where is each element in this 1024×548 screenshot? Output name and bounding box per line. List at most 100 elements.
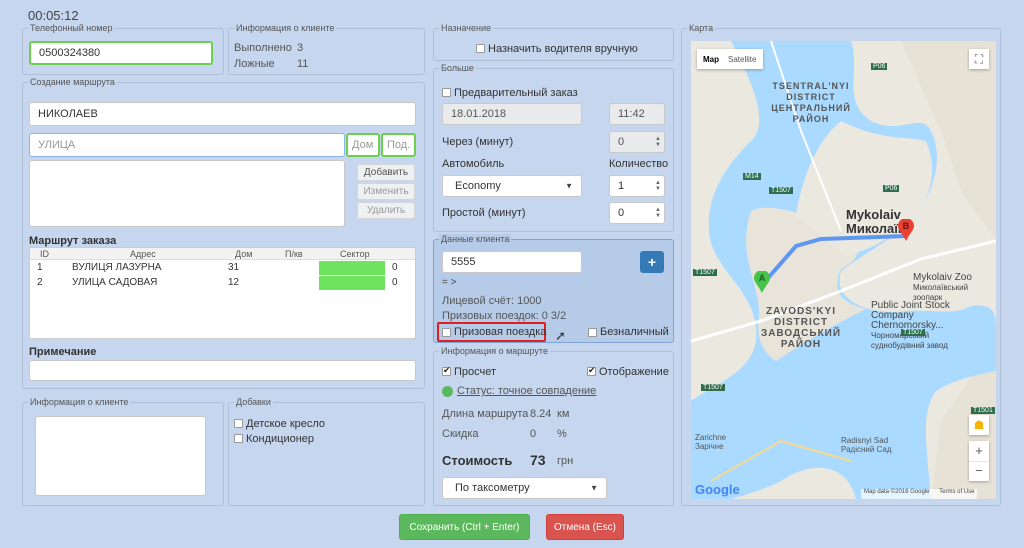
child-seat-checkbox[interactable] [234,419,243,428]
conditioner-checkbox[interactable] [234,434,243,443]
road-badge: M14 [743,173,761,180]
entrance-input[interactable]: Под. [381,133,416,157]
assign-manual-checkbox[interactable] [476,44,485,53]
house-input[interactable]: Дом [346,133,380,157]
city-label: Mykolaiv Миколаїв [846,208,906,236]
car-select[interactable]: Economy ▼ [442,175,582,197]
delete-button[interactable]: Удалить [357,202,415,219]
row-house: 12 [228,277,240,288]
fullscreen-icon[interactable]: ⛶ [969,49,989,69]
terms-link[interactable]: Terms of Use [939,489,974,495]
cashless-checkbox[interactable] [588,328,597,337]
marker-a-icon[interactable]: A [754,270,770,293]
cancel-button[interactable]: Отмена (Esc) [546,514,624,540]
district-line: ZAVODS'KYI [766,306,836,317]
qty-value: 1 [618,180,625,192]
house-placeholder: Дом [352,139,374,151]
map-tab[interactable]: Map [697,55,725,64]
assign-legend: Назначение [439,23,494,33]
qty-label: Количество [609,158,669,170]
preorder-checkbox[interactable] [442,88,451,97]
col-address: Адрес [130,249,156,259]
idle-input[interactable]: 0 ▲ ▼ [609,202,665,224]
client-code-input[interactable]: 5555 [442,251,582,273]
recalc-label: Просчет [454,366,497,378]
marker-a-label: A [758,273,766,283]
sector-cell [319,261,385,275]
save-button[interactable]: Сохранить (Ctrl + Enter) [399,514,530,540]
dropdown-caret-icon: ▼ [590,483,598,493]
district-line: ЗАВОДСЬКИЙ [760,328,842,339]
time-input[interactable]: 11:42 [609,103,665,125]
account-text: Лицевой счёт: 1000 [442,295,542,307]
table-row[interactable]: 2 УЛИЦА САДОВАЯ 12 0 [30,276,415,290]
map-attribution: Map data ©2018 Google Terms of Use [861,489,978,499]
village-line: Radisnyi Sad [841,436,889,445]
map-view[interactable]: Map Satellite ⛶ TSENTRAL'NYI DISTRICT ЦЕ… [691,41,996,499]
marker-b-icon[interactable]: B [898,218,914,241]
row-sector: 0 [392,277,398,288]
spinner-icon[interactable]: ▲ ▼ [655,180,661,192]
road-badge: T1507 [901,329,925,336]
row-sector: 0 [392,262,398,273]
pegman-icon[interactable]: ☗ [969,415,989,435]
city-line: Миколаїв [846,221,906,236]
completed-value: 3 [297,42,304,54]
display-checkbox[interactable] [587,365,596,376]
zoom-out-button[interactable]: − [969,461,989,481]
in-minutes-input[interactable]: 0 ▲ ▼ [609,131,665,153]
map-type-control: Map Satellite [697,49,763,69]
prize-trip-checkbox[interactable] [442,328,451,337]
cashless-label: Безналичный [600,326,669,338]
false-label: Ложные [234,58,275,70]
discount-label: Скидка [442,428,479,440]
col-house: Дом [235,249,253,259]
district-label: ZAVODS'KYI DISTRICT ЗАВОДСЬКИЙ РАЙОН [741,306,861,350]
city-line: Mykolaiv [846,207,901,222]
col-id: ID [40,249,49,259]
row-house: 31 [228,262,240,273]
change-button[interactable]: Изменить [357,183,415,200]
spinner-icon[interactable]: ▲ ▼ [655,207,661,219]
entrance-placeholder: Под. [387,139,411,151]
phone-legend: Телефонный номер [28,23,115,33]
spinner-icon[interactable]: ▲ ▼ [655,136,661,148]
recalc-checkbox[interactable] [442,365,451,376]
add-button[interactable]: Добавить [357,164,415,181]
district-line: TSENTRAL'NYI [772,81,850,91]
poi-label: Public Joint Stock Company Chernomorsky.… [871,301,950,351]
district-line: ЦЕНТРАЛЬНИЙ [771,103,851,113]
length-value: 8.24 [530,408,552,420]
client-info-top-legend: Информация о клиенте [234,23,337,33]
col-apt: П/кв [285,249,303,259]
road-badge: T1507 [769,187,793,194]
zoom-in-button[interactable]: + [969,441,989,461]
note-input[interactable] [29,360,416,381]
city-input[interactable]: НИКОЛАЕВ [29,102,416,126]
date-input[interactable]: 18.01.2018 [442,103,582,125]
client-info-textarea[interactable] [35,416,206,496]
zoo-label: Mykolaiv Zoo Миколаївський зоопарк [913,273,996,303]
satellite-tab[interactable]: Satellite [725,55,759,64]
status-icon [442,386,453,397]
preorder-label: Предварительный заказ [454,87,578,99]
route-points-list[interactable] [29,160,345,227]
discount-value: 0 [530,428,537,440]
tariff-value: По таксометру [455,482,530,494]
row-id: 2 [37,277,43,288]
tariff-select[interactable]: По таксометру ▼ [442,477,607,499]
row-address: УЛИЦА САДОВАЯ [72,277,158,288]
phone-input[interactable]: 0500324380 [29,41,213,65]
qty-input[interactable]: 1 ▲ ▼ [609,175,665,197]
client-data-legend: Данные клиента [439,234,512,244]
in-minutes-label: Через (минут) [442,136,514,148]
add-client-button[interactable]: + [640,251,664,273]
display-label: Отображение [599,366,669,378]
street-input[interactable]: УЛИЦА [29,133,345,157]
sector-cell [319,276,385,290]
table-row[interactable]: 1 ВУЛИЦЯ ЛАЗУРНА 31 0 [30,261,415,275]
road-badge: P06 [871,63,888,70]
road-badge: T1507 [693,269,717,276]
child-seat-label: Детское кресло [246,418,326,430]
status-link[interactable]: Статус: точное совпадение [457,385,596,397]
